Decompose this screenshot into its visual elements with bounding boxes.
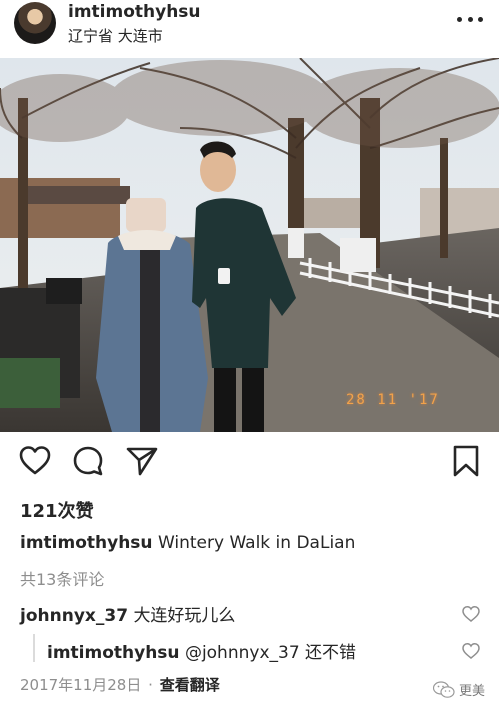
see-translation-link[interactable]: 查看翻译: [160, 676, 220, 694]
post-photo[interactable]: 28 11 '17: [0, 58, 499, 432]
bookmark-icon[interactable]: [449, 444, 483, 478]
reply-comment: imtimothyhsu @johnnyx_37 还不错: [47, 638, 356, 663]
reply-divider: [33, 634, 35, 662]
footer-separator: ·: [148, 676, 153, 694]
post-caption: imtimothyhsu Wintery Walk in DaLian: [20, 533, 355, 553]
view-all-comments-link[interactable]: 共13条评论: [20, 566, 104, 590]
send-icon[interactable]: [125, 444, 159, 478]
watermark-text: 更美: [458, 684, 485, 699]
avatar[interactable]: [14, 2, 56, 44]
blurred-face: [126, 198, 166, 232]
watermark: 更美: [432, 680, 485, 699]
wechat-icon: [432, 680, 455, 698]
post-location[interactable]: 辽宁省 大连市: [68, 25, 163, 46]
comment-text: 大连好玩儿么: [133, 606, 236, 626]
comment-username[interactable]: johnnyx_37: [20, 606, 128, 626]
heart-icon[interactable]: [18, 444, 52, 478]
comment-like-icon[interactable]: [461, 604, 481, 624]
reply-text: 还不错: [305, 643, 357, 663]
caption-username[interactable]: imtimothyhsu: [20, 533, 153, 553]
post-username[interactable]: imtimothyhsu: [68, 2, 201, 22]
post-footer: 2017年11月28日 · 查看翻译: [20, 674, 220, 695]
reply-mention[interactable]: @johnnyx_37: [185, 643, 300, 663]
reply-like-icon[interactable]: [461, 641, 481, 661]
photo-date-stamp: 28 11 '17: [346, 392, 440, 408]
more-options-icon[interactable]: [457, 6, 483, 32]
reply-username[interactable]: imtimothyhsu: [47, 643, 180, 663]
action-bar: [0, 444, 499, 484]
like-count[interactable]: 121次赞: [20, 497, 94, 523]
comment-icon[interactable]: [71, 444, 105, 478]
photo-illustration: [0, 58, 499, 432]
comment: johnnyx_37 大连好玩儿么: [20, 601, 235, 626]
post-date: 2017年11月28日: [20, 676, 142, 694]
post-header: imtimothyhsu 辽宁省 大连市: [0, 0, 499, 56]
caption-text: Wintery Walk in DaLian: [157, 533, 356, 553]
